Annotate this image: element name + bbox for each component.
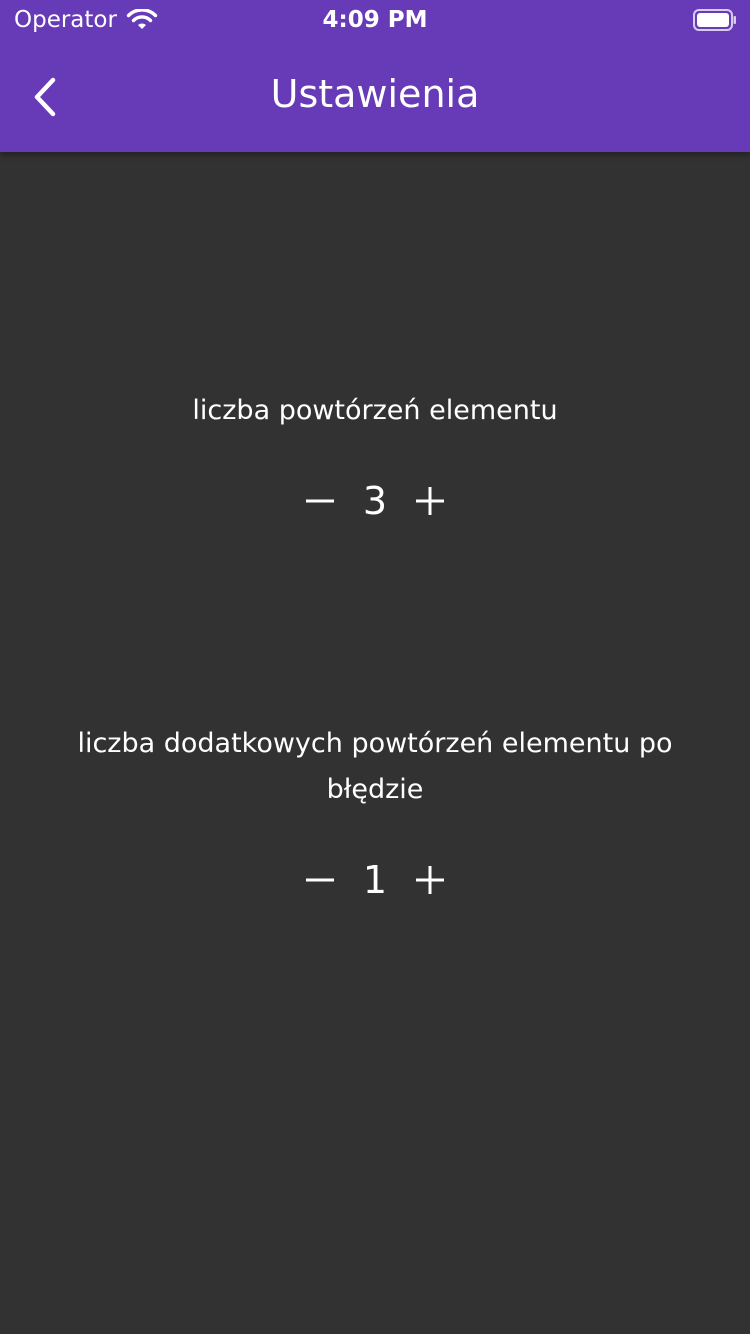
plus-icon [416,487,445,515]
status-bar: Operator 4:09 PM [0,0,750,40]
minus-icon [305,499,334,503]
decrement-button[interactable] [295,476,345,526]
setting-extra-repetitions: liczba dodatkowych powtórzeń elementu po… [30,721,720,905]
setting-repetitions: liczba powtórzeń elementu 3 [30,388,720,526]
increment-button[interactable] [405,855,455,905]
minus-icon [305,878,334,882]
battery-icon [693,9,736,31]
plus-icon [416,866,445,894]
status-time: 4:09 PM [322,7,428,33]
increment-button[interactable] [405,476,455,526]
page-title: Ustawienia [270,72,480,116]
app-bar: Operator 4:09 PM Ustawienia [0,0,750,152]
decrement-button[interactable] [295,855,345,905]
extra-repetitions-stepper: 1 [30,855,720,905]
repetitions-value: 3 [362,479,388,523]
repetitions-stepper: 3 [30,476,720,526]
setting-label: liczba dodatkowych powtórzeń elementu po… [77,728,673,805]
extra-repetitions-value: 1 [362,858,388,902]
setting-label: liczba powtórzeń elementu [192,395,558,426]
